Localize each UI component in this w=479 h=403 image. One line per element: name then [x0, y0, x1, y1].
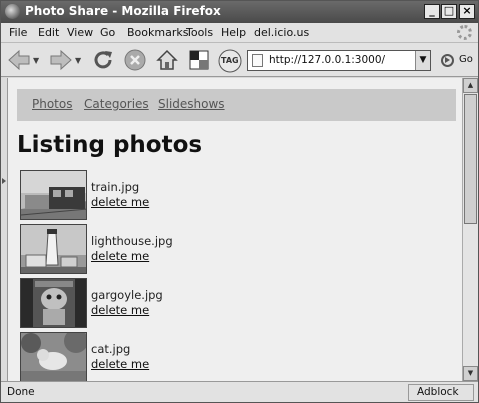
photo-filename: cat.jpg — [91, 342, 131, 356]
close-button[interactable]: × — [459, 4, 475, 19]
nav-categories-link[interactable]: Categories — [84, 97, 149, 111]
train-thumbnail[interactable] — [20, 170, 87, 220]
nav-slideshows-link[interactable]: Slideshows — [158, 97, 225, 111]
menu-file[interactable]: File — [9, 26, 27, 39]
menu-delicious[interactable]: del.icio.us — [254, 26, 309, 39]
menu-tools[interactable]: Tools — [186, 26, 213, 39]
throbber-icon — [457, 25, 472, 40]
minimize-button[interactable]: _ — [424, 4, 440, 19]
vertical-scrollbar[interactable]: ▲ ▼ — [462, 78, 478, 381]
firefox-icon — [5, 4, 20, 19]
page-title: Listing photos — [17, 132, 203, 158]
go-button[interactable]: Go — [459, 54, 473, 65]
nav-photos-link[interactable]: Photos — [32, 97, 72, 111]
gargoyle-thumbnail[interactable] — [20, 278, 87, 328]
browser-window: Photo Share - Mozilla Firefox _ □ × File… — [0, 0, 479, 403]
page-icon — [252, 54, 263, 67]
page-content: Photos Categories Slideshows Listing pho… — [7, 78, 462, 381]
status-bar: Done Adblock — [1, 381, 478, 402]
scroll-up-icon[interactable]: ▲ — [463, 78, 478, 93]
photo-row: train.jpg delete me — [20, 170, 440, 222]
photo-filename: train.jpg — [91, 180, 140, 194]
window-title: Photo Share - Mozilla Firefox — [25, 4, 221, 18]
photo-row: lighthouse.jpg delete me — [20, 224, 440, 276]
image-viewer-icon[interactable] — [187, 48, 211, 72]
menu-bookmarks[interactable]: Bookmarks — [127, 26, 188, 39]
delete-link[interactable]: delete me — [91, 195, 149, 209]
scrollbar-thumb[interactable] — [464, 94, 477, 224]
menu-help[interactable]: Help — [221, 26, 246, 39]
tag-label: TAG — [221, 56, 239, 65]
scroll-down-icon[interactable]: ▼ — [463, 366, 478, 381]
url-input[interactable]: http://127.0.0.1:3000/ ▼ — [247, 50, 431, 71]
navigation-toolbar: ▼ ▼ TAG http://127.0.0.1:3000/ ▼ Go — [1, 43, 478, 77]
back-arrow-icon[interactable] — [7, 48, 31, 72]
photo-filename: gargoyle.jpg — [91, 288, 163, 302]
cat-thumbnail[interactable] — [20, 332, 87, 381]
menu-view[interactable]: View — [67, 26, 93, 39]
reload-icon[interactable] — [91, 48, 115, 72]
menu-bar: File Edit View Go Bookmarks Tools Help d… — [1, 23, 478, 43]
lighthouse-thumbnail[interactable] — [20, 224, 87, 274]
photo-filename: lighthouse.jpg — [91, 234, 173, 248]
photo-row: cat.jpg delete me — [20, 332, 440, 381]
stop-icon[interactable] — [123, 48, 147, 72]
url-dropdown-icon[interactable]: ▼ — [415, 51, 430, 70]
tag-icon[interactable]: TAG — [217, 48, 242, 73]
delete-link[interactable]: delete me — [91, 357, 149, 371]
forward-arrow-icon[interactable] — [49, 48, 73, 72]
url-text: http://127.0.0.1:3000/ — [269, 54, 386, 66]
menu-go[interactable]: Go — [100, 26, 115, 39]
site-nav: Photos Categories Slideshows — [17, 89, 456, 121]
photo-row: gargoyle.jpg delete me — [20, 278, 440, 330]
status-text: Done — [7, 386, 35, 398]
maximize-button[interactable]: □ — [441, 4, 457, 19]
title-bar: Photo Share - Mozilla Firefox _ □ × — [1, 1, 478, 23]
go-icon[interactable] — [441, 54, 454, 67]
forward-dropdown-icon[interactable]: ▼ — [75, 56, 83, 65]
delete-link[interactable]: delete me — [91, 249, 149, 263]
home-icon[interactable] — [155, 48, 179, 72]
back-dropdown-icon[interactable]: ▼ — [33, 56, 41, 65]
menu-edit[interactable]: Edit — [38, 26, 59, 39]
delete-link[interactable]: delete me — [91, 303, 149, 317]
adblock-button[interactable]: Adblock — [408, 384, 474, 401]
